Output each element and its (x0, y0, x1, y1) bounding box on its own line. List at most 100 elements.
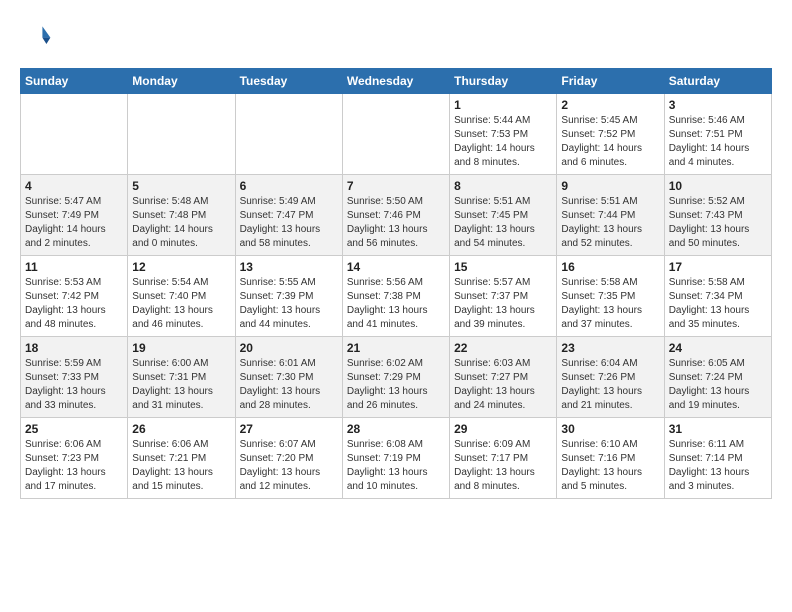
day-info: Sunrise: 6:10 AM Sunset: 7:16 PM Dayligh… (561, 438, 659, 494)
day-info: Sunrise: 5:53 AM Sunset: 7:42 PM Dayligh… (25, 276, 123, 332)
day-info: Sunrise: 5:59 AM Sunset: 7:33 PM Dayligh… (25, 357, 123, 413)
calendar-cell: 22Sunrise: 6:03 AM Sunset: 7:27 PM Dayli… (450, 337, 557, 418)
calendar-cell: 1 Sunrise: 5:44 AM Sunset: 7:53 PM Daylig… (450, 94, 557, 175)
day-info: Sunrise: 6:07 AM Sunset: 7:20 PM Dayligh… (240, 438, 338, 494)
day-number: 5 (132, 179, 230, 193)
calendar-day-header: Thursday (450, 69, 557, 94)
day-info: Sunrise: 6:05 AM Sunset: 7:24 PM Dayligh… (669, 357, 767, 413)
calendar-cell: 26 Sunrise: 6:06 AM Sunset: 7:21 PM Dayli… (128, 418, 235, 499)
calendar-cell: 19Sunrise: 6:00 AM Sunset: 7:31 PM Dayli… (128, 337, 235, 418)
calendar-cell: 7 Sunrise: 5:50 AM Sunset: 7:46 PM Daylig… (342, 175, 449, 256)
day-number: 28 (347, 422, 445, 436)
day-number: 21 (347, 341, 445, 355)
day-number: 15 (454, 260, 552, 274)
calendar-day-header: Wednesday (342, 69, 449, 94)
calendar-cell: 21 Sunrise: 6:02 AM Sunset: 7:29 PM Dayli… (342, 337, 449, 418)
calendar-cell: 2 Sunrise: 5:45 AM Sunset: 7:52 PM Daylig… (557, 94, 664, 175)
day-info: Sunrise: 6:11 AM Sunset: 7:14 PM Dayligh… (669, 438, 767, 494)
header (20, 20, 772, 52)
calendar-cell: 3 Sunrise: 5:46 AM Sunset: 7:51 PM Daylig… (664, 94, 771, 175)
day-info: Sunrise: 5:58 AM Sunset: 7:35 PM Dayligh… (561, 276, 659, 332)
day-number: 20 (240, 341, 338, 355)
day-number: 4 (25, 179, 123, 193)
calendar-cell (235, 94, 342, 175)
day-number: 23 (561, 341, 659, 355)
day-info: Sunrise: 5:51 AM Sunset: 7:45 PM Dayligh… (454, 195, 552, 251)
day-info: Sunrise: 5:55 AM Sunset: 7:39 PM Dayligh… (240, 276, 338, 332)
day-info: Sunrise: 6:06 AM Sunset: 7:23 PM Dayligh… (25, 438, 123, 494)
day-info: Sunrise: 5:49 AM Sunset: 7:47 PM Dayligh… (240, 195, 338, 251)
calendar-cell: 30Sunrise: 6:10 AM Sunset: 7:16 PM Dayli… (557, 418, 664, 499)
calendar-cell: 12 Sunrise: 5:54 AM Sunset: 7:40 PM Dayli… (128, 256, 235, 337)
day-number: 26 (132, 422, 230, 436)
day-number: 17 (669, 260, 767, 274)
day-number: 10 (669, 179, 767, 193)
day-info: Sunrise: 5:51 AM Sunset: 7:44 PM Dayligh… (561, 195, 659, 251)
calendar-week-row: 11 Sunrise: 5:53 AM Sunset: 7:42 PM Dayli… (21, 256, 772, 337)
calendar-header-row: SundayMondayTuesdayWednesdayThursdayFrid… (21, 69, 772, 94)
calendar-week-row: 1 Sunrise: 5:44 AM Sunset: 7:53 PM Daylig… (21, 94, 772, 175)
day-number: 29 (454, 422, 552, 436)
logo (20, 20, 56, 52)
day-info: Sunrise: 5:54 AM Sunset: 7:40 PM Dayligh… (132, 276, 230, 332)
day-number: 2 (561, 98, 659, 112)
day-number: 12 (132, 260, 230, 274)
day-info: Sunrise: 5:48 AM Sunset: 7:48 PM Dayligh… (132, 195, 230, 251)
calendar-week-row: 4 Sunrise: 5:47 AM Sunset: 7:49 PM Daylig… (21, 175, 772, 256)
day-info: Sunrise: 6:02 AM Sunset: 7:29 PM Dayligh… (347, 357, 445, 413)
logo-icon (20, 20, 52, 52)
page: SundayMondayTuesdayWednesdayThursdayFrid… (0, 0, 792, 509)
day-number: 22 (454, 341, 552, 355)
calendar-cell: 20 Sunrise: 6:01 AM Sunset: 7:30 PM Dayli… (235, 337, 342, 418)
day-number: 9 (561, 179, 659, 193)
calendar-cell: 24 Sunrise: 6:05 AM Sunset: 7:24 PM Dayli… (664, 337, 771, 418)
day-info: Sunrise: 6:01 AM Sunset: 7:30 PM Dayligh… (240, 357, 338, 413)
calendar-cell: 23 Sunrise: 6:04 AM Sunset: 7:26 PM Dayli… (557, 337, 664, 418)
calendar-cell (342, 94, 449, 175)
calendar-cell: 25Sunrise: 6:06 AM Sunset: 7:23 PM Dayli… (21, 418, 128, 499)
day-number: 3 (669, 98, 767, 112)
calendar-day-header: Sunday (21, 69, 128, 94)
calendar-cell: 14 Sunrise: 5:56 AM Sunset: 7:38 PM Dayli… (342, 256, 449, 337)
day-info: Sunrise: 6:06 AM Sunset: 7:21 PM Dayligh… (132, 438, 230, 494)
day-info: Sunrise: 6:08 AM Sunset: 7:19 PM Dayligh… (347, 438, 445, 494)
calendar-cell: 10Sunrise: 5:52 AM Sunset: 7:43 PM Dayli… (664, 175, 771, 256)
calendar-cell: 31Sunrise: 6:11 AM Sunset: 7:14 PM Dayli… (664, 418, 771, 499)
calendar-cell: 4 Sunrise: 5:47 AM Sunset: 7:49 PM Daylig… (21, 175, 128, 256)
calendar-day-header: Tuesday (235, 69, 342, 94)
day-number: 18 (25, 341, 123, 355)
day-number: 1 (454, 98, 552, 112)
calendar-week-row: 18 Sunrise: 5:59 AM Sunset: 7:33 PM Dayli… (21, 337, 772, 418)
day-info: Sunrise: 6:04 AM Sunset: 7:26 PM Dayligh… (561, 357, 659, 413)
day-number: 14 (347, 260, 445, 274)
day-number: 13 (240, 260, 338, 274)
day-info: Sunrise: 5:47 AM Sunset: 7:49 PM Dayligh… (25, 195, 123, 251)
day-number: 7 (347, 179, 445, 193)
day-info: Sunrise: 5:50 AM Sunset: 7:46 PM Dayligh… (347, 195, 445, 251)
calendar-cell: 16Sunrise: 5:58 AM Sunset: 7:35 PM Dayli… (557, 256, 664, 337)
calendar-cell: 9 Sunrise: 5:51 AM Sunset: 7:44 PM Daylig… (557, 175, 664, 256)
calendar-cell (21, 94, 128, 175)
day-info: Sunrise: 5:57 AM Sunset: 7:37 PM Dayligh… (454, 276, 552, 332)
calendar-day-header: Saturday (664, 69, 771, 94)
day-info: Sunrise: 5:56 AM Sunset: 7:38 PM Dayligh… (347, 276, 445, 332)
day-info: Sunrise: 5:44 AM Sunset: 7:53 PM Dayligh… (454, 114, 552, 170)
calendar-week-row: 25Sunrise: 6:06 AM Sunset: 7:23 PM Dayli… (21, 418, 772, 499)
calendar-cell: 28 Sunrise: 6:08 AM Sunset: 7:19 PM Dayli… (342, 418, 449, 499)
calendar-cell: 5 Sunrise: 5:48 AM Sunset: 7:48 PM Daylig… (128, 175, 235, 256)
day-info: Sunrise: 5:46 AM Sunset: 7:51 PM Dayligh… (669, 114, 767, 170)
day-number: 8 (454, 179, 552, 193)
calendar-day-header: Friday (557, 69, 664, 94)
calendar-cell: 18 Sunrise: 5:59 AM Sunset: 7:33 PM Dayli… (21, 337, 128, 418)
day-number: 6 (240, 179, 338, 193)
calendar-cell: 17Sunrise: 5:58 AM Sunset: 7:34 PM Dayli… (664, 256, 771, 337)
day-info: Sunrise: 5:45 AM Sunset: 7:52 PM Dayligh… (561, 114, 659, 170)
day-number: 24 (669, 341, 767, 355)
calendar-day-header: Monday (128, 69, 235, 94)
calendar: SundayMondayTuesdayWednesdayThursdayFrid… (20, 68, 772, 499)
calendar-cell: 27Sunrise: 6:07 AM Sunset: 7:20 PM Dayli… (235, 418, 342, 499)
calendar-cell: 8 Sunrise: 5:51 AM Sunset: 7:45 PM Daylig… (450, 175, 557, 256)
calendar-cell: 15 Sunrise: 5:57 AM Sunset: 7:37 PM Dayli… (450, 256, 557, 337)
day-number: 11 (25, 260, 123, 274)
calendar-cell: 6 Sunrise: 5:49 AM Sunset: 7:47 PM Daylig… (235, 175, 342, 256)
